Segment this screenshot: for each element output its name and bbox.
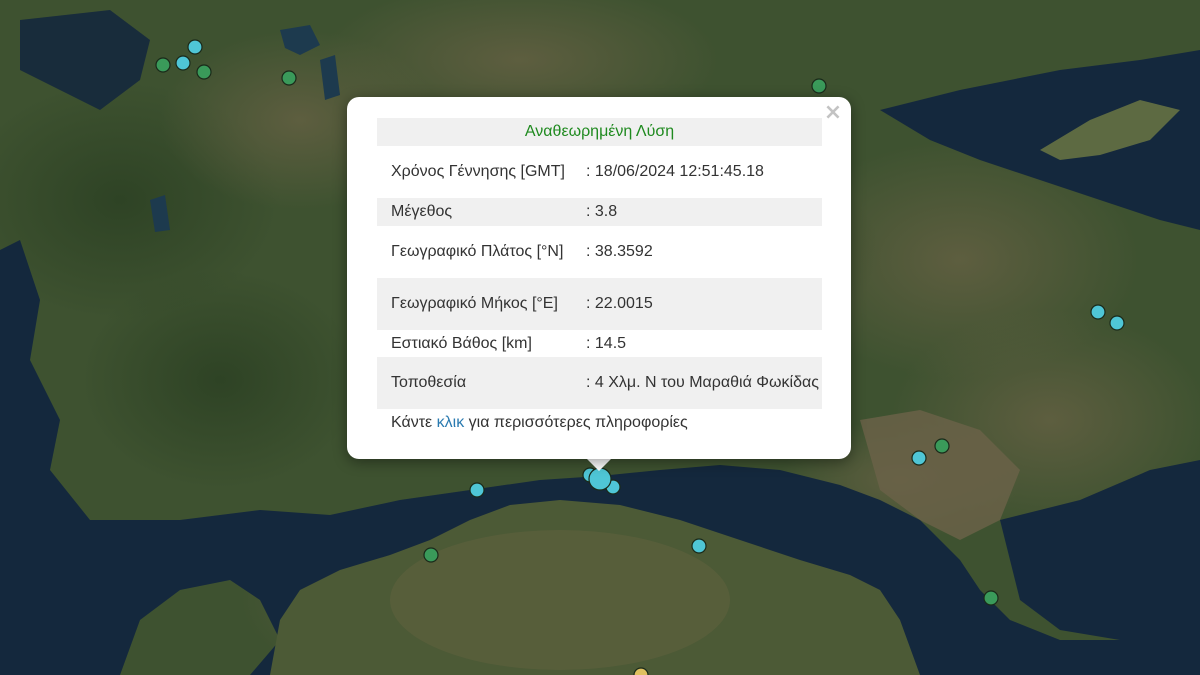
latitude-label: Γεωγραφικό Πλάτος [°N] [391,243,564,260]
info-row-origin-time: Χρόνος Γέννησης [GMT] : 18/06/2024 12:51… [377,146,822,198]
info-row-depth: Εστιακό Βάθος [km] : 14.5 [377,330,822,357]
footer-prefix: Κάντε [391,414,433,431]
earthquake-marker[interactable] [187,39,203,55]
origin-time-label: Χρόνος Γέννησης [GMT] [391,163,565,180]
depth-label: Εστιακό Βάθος [km] [391,334,532,352]
earthquake-marker[interactable] [175,55,191,71]
depth-value: : 14.5 [586,334,627,352]
earthquake-marker[interactable] [423,547,439,563]
popup-title-row: Αναθεωρημένη Λύση [377,118,822,146]
longitude-label: Γεωγραφικό Μήκος [°E] [377,278,574,330]
earthquake-marker[interactable] [1109,315,1125,331]
info-row-latitude: Γεωγραφικό Πλάτος [°N] : 38.3592 [377,226,822,278]
peloponnese-highlands [390,530,730,670]
origin-time-value: : 18/06/2024 12:51:45.18 [586,163,764,180]
magnitude-label: Μέγεθος [377,198,574,226]
magnitude-value: : 3.8 [574,198,822,226]
earthquake-marker[interactable] [196,64,212,80]
info-row-magnitude: Μέγεθος : 3.8 [377,198,822,226]
earthquake-popup: × Αναθεωρημένη Λύση Χρόνος Γέννησης [GMT… [347,97,851,459]
popup-title: Αναθεωρημένη Λύση [377,118,822,146]
info-row-longitude: Γεωγραφικό Μήκος [°E] : 22.0015 [377,278,822,330]
footer-suffix: για περισσότερες πληροφορίες [468,414,688,431]
location-value: : 4 Χλμ. Ν του Μαραθιά Φωκίδας [574,357,822,409]
earthquake-marker[interactable] [691,538,707,554]
earthquake-marker[interactable] [1090,304,1106,320]
popup-footer-row: Κάντε κλικ για περισσότερες πληροφορίες [377,409,822,437]
popup-footer: Κάντε κλικ για περισσότερες πληροφορίες [377,409,822,437]
earthquake-marker[interactable] [469,482,485,498]
location-label: Τοποθεσία [377,357,574,409]
latitude-value: : 38.3592 [586,243,653,260]
close-button[interactable]: × [823,102,843,124]
selected-earthquake-marker[interactable] [588,467,612,491]
earthquake-marker[interactable] [983,590,999,606]
earthquake-marker[interactable] [155,57,171,73]
popup-pointer [586,458,612,471]
more-info-link[interactable]: κλικ [437,414,465,431]
info-row-location: Τοποθεσία : 4 Χλμ. Ν του Μαραθιά Φωκίδας [377,357,822,409]
earthquake-marker[interactable] [934,438,950,454]
earthquake-marker[interactable] [811,78,827,94]
longitude-value: : 22.0015 [574,278,822,330]
earthquake-info-table: Αναθεωρημένη Λύση Χρόνος Γέννησης [GMT] … [377,118,822,437]
earthquake-marker[interactable] [281,70,297,86]
earthquake-marker[interactable] [911,450,927,466]
